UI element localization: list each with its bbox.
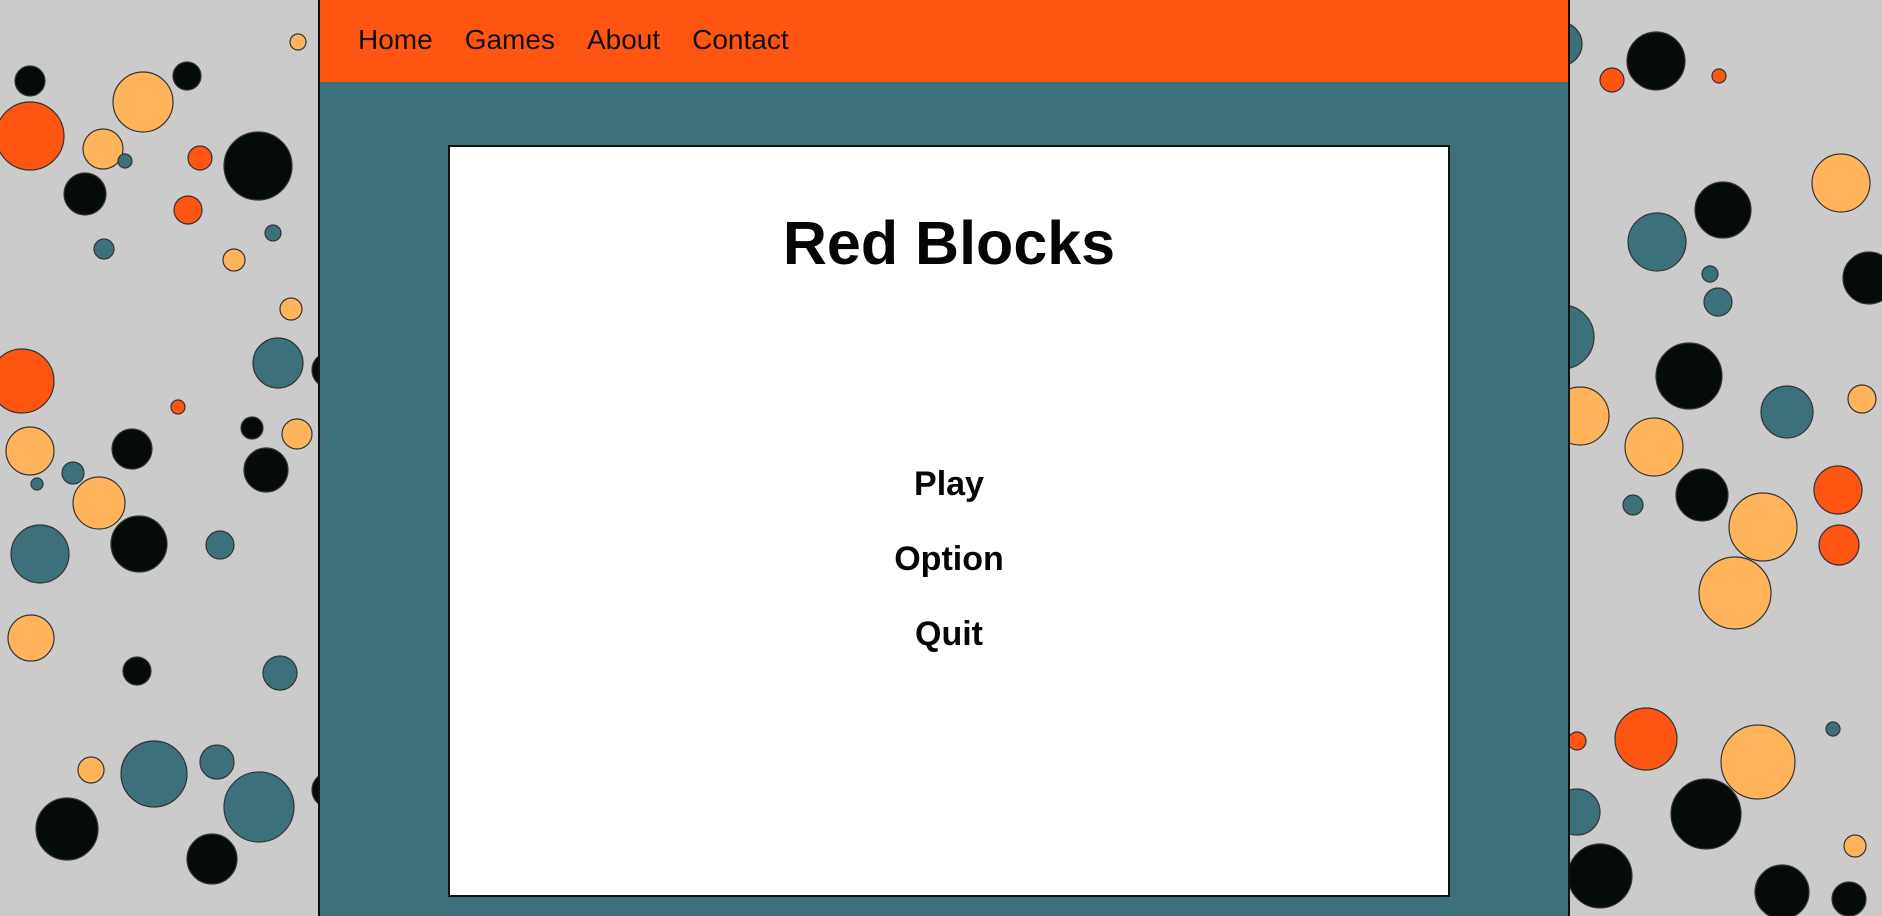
game-title: Red Blocks	[782, 209, 1116, 277]
game-main-menu: Play Option Quit	[450, 447, 1448, 672]
main-frame: Home Games About Contact Red Blocks Play…	[318, 0, 1570, 916]
nav-home-link[interactable]: Home	[358, 25, 433, 54]
nav-contact-link[interactable]: Contact	[692, 25, 789, 54]
top-navbar: Home Games About Contact	[320, 0, 1568, 82]
play-button[interactable]: Play	[906, 447, 992, 522]
nav-about-link[interactable]: About	[587, 25, 660, 54]
option-button[interactable]: Option	[886, 522, 1012, 597]
game-panel: Red Blocks Play Option Quit	[448, 145, 1450, 897]
nav-games-link[interactable]: Games	[465, 25, 555, 54]
quit-button[interactable]: Quit	[907, 597, 991, 672]
